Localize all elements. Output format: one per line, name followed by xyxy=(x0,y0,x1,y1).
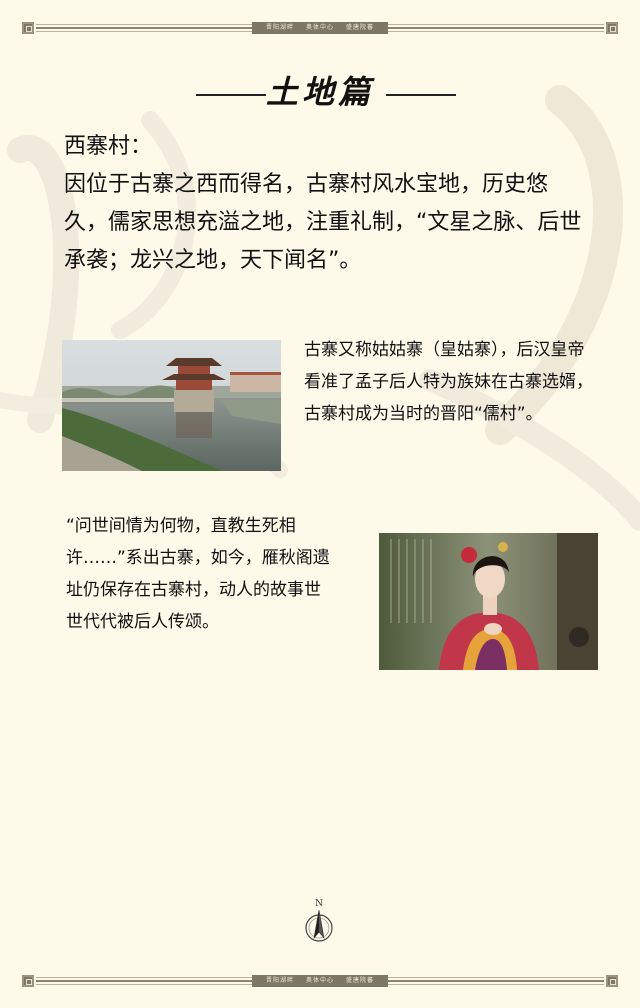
costume-portrait-photo xyxy=(379,533,598,670)
header-bar-label: 晋阳湖畔 奥体中心 盛唐院蕃 xyxy=(251,22,389,34)
footer-bar-label: 晋阳湖畔 奥体中心 盛唐院蕃 xyxy=(251,975,389,987)
footer-bar: 晋阳湖畔 奥体中心 盛唐院蕃 xyxy=(22,975,618,987)
page-heading: 土地篇 xyxy=(0,72,640,112)
compass-icon: N xyxy=(302,896,336,946)
corner-knot-icon xyxy=(606,975,618,987)
corner-knot-icon xyxy=(606,22,618,34)
heading-rule-left xyxy=(196,94,266,96)
compass-letter: N xyxy=(315,899,323,909)
heading-rule-right xyxy=(386,94,456,96)
intro-body: 因位于古寨之西而得名，古寨村风水宝地，历史悠久，儒家思想充溢之地，注重礼制，“文… xyxy=(64,172,582,273)
section1-text: 古寨又称姑姑寨（皇姑寨），后汉皇帝看准了孟子后人特为族妹在古寨选婿，古寨村成为当… xyxy=(304,340,593,424)
pavilion-river-photo xyxy=(62,340,281,471)
intro-label: 西寨村： xyxy=(64,134,153,159)
corner-knot-icon xyxy=(22,975,34,987)
corner-knot-icon xyxy=(22,22,34,34)
intro-section: 西寨村： 因位于古寨之西而得名，古寨村风水宝地，历史悠久，儒家思想充溢之地，注重… xyxy=(64,132,584,280)
section2-text: “问世间情为何物，直教生死相许……”系出古寨，如今，雁秋阁遗址仍保存在古寨村，动… xyxy=(66,516,330,632)
header-bar: 晋阳湖畔 奥体中心 盛唐院蕃 xyxy=(22,22,618,34)
page-title: 土地篇 xyxy=(265,73,374,111)
